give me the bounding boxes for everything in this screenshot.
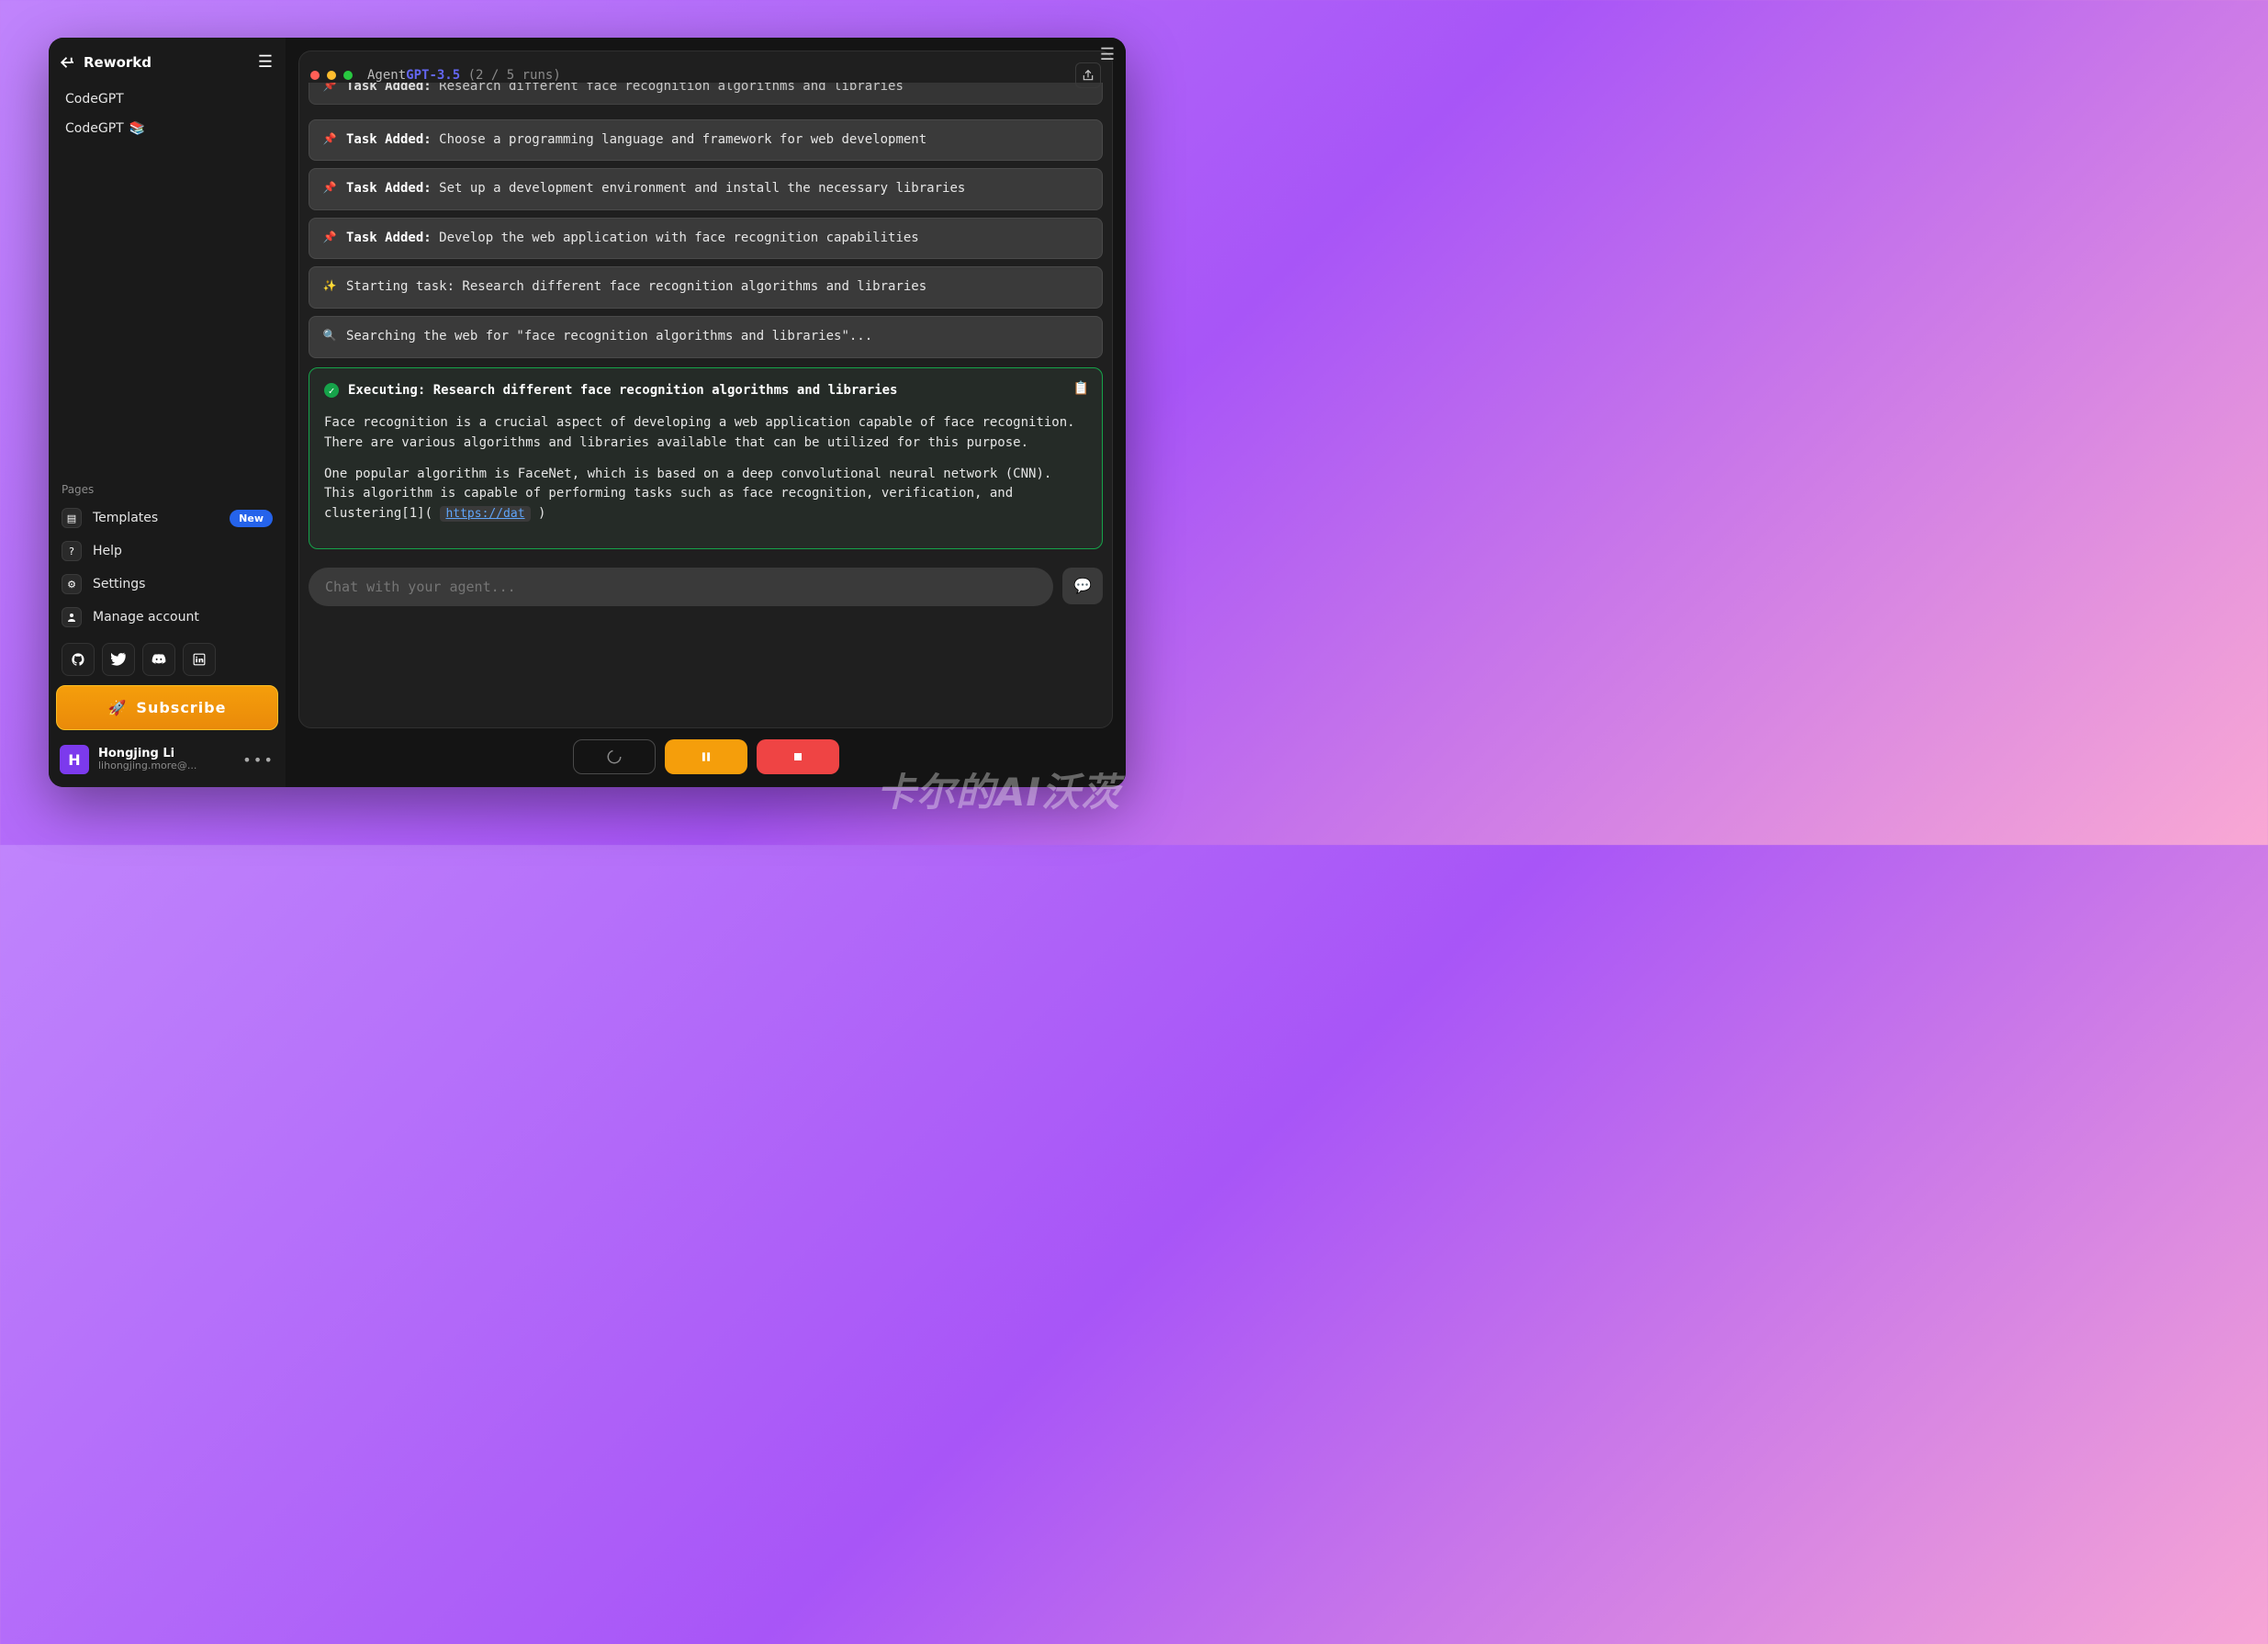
task-row: 📌Task Added: Research different face rec… bbox=[309, 83, 1103, 105]
copy-icon[interactable]: 📋 bbox=[1073, 379, 1089, 400]
console: AgentGPT-3.5 (2 / 5 runs) 📌Task Added: R… bbox=[298, 51, 1113, 728]
task-list: 📌Task Added: Research different face rec… bbox=[309, 83, 1103, 358]
window-min-dot[interactable] bbox=[327, 71, 336, 80]
exec-paragraph: One popular algorithm is FaceNet, which … bbox=[324, 465, 1087, 524]
task-row: 🔍Searching the web for "face recognition… bbox=[309, 316, 1103, 358]
pages-heading: Pages bbox=[56, 479, 278, 501]
console-title: AgentGPT-3.5 (2 / 5 runs) bbox=[367, 68, 561, 83]
page-templates[interactable]: ▤ Templates New bbox=[56, 501, 278, 535]
executing-body: Face recognition is a crucial aspect of … bbox=[324, 413, 1087, 524]
pin-icon: 📌 bbox=[322, 230, 337, 245]
page-label: Manage account bbox=[93, 610, 199, 625]
main: ☰ AgentGPT-3.5 (2 / 5 runs) 📌Task Added:… bbox=[286, 38, 1126, 787]
user-menu-icon[interactable]: ••• bbox=[242, 751, 275, 769]
stop-button[interactable] bbox=[757, 739, 839, 774]
executing-block: ✓ Executing: Research different face rec… bbox=[309, 367, 1103, 549]
github-icon[interactable] bbox=[62, 643, 95, 676]
task-row: 📌Task Added: Set up a development enviro… bbox=[309, 168, 1103, 210]
sidebar: Reworkd ☰ CodeGPT CodeGPT 📚 Pages ▤ Temp… bbox=[49, 38, 286, 787]
controls bbox=[298, 739, 1113, 774]
task-row: 📌Task Added: Develop the web application… bbox=[309, 218, 1103, 260]
page-settings[interactable]: ⚙ Settings bbox=[56, 568, 278, 601]
templates-icon: ▤ bbox=[62, 508, 82, 528]
sidebar-item-codegpt-1[interactable]: CodeGPT bbox=[60, 84, 275, 114]
check-icon: ✓ bbox=[324, 383, 339, 398]
brand-name: Reworkd bbox=[84, 54, 152, 71]
sidebar-item-label: CodeGPT bbox=[65, 92, 124, 107]
sidebar-chats: CodeGPT CodeGPT 📚 bbox=[56, 81, 278, 147]
pin-icon: 📌 bbox=[322, 180, 337, 196]
user-row[interactable]: H Hongjing Li lihongjing.more@... ••• bbox=[56, 738, 278, 778]
sidebar-item-label: CodeGPT bbox=[65, 121, 124, 136]
new-badge: New bbox=[230, 510, 273, 527]
subscribe-button[interactable]: 🚀 Subscribe bbox=[56, 685, 278, 730]
user-info: Hongjing Li lihongjing.more@... bbox=[98, 748, 196, 771]
user-email: lihongjing.more@... bbox=[98, 760, 196, 771]
help-icon: ? bbox=[62, 541, 82, 561]
status-icon: ✨ bbox=[322, 278, 337, 294]
avatar: H bbox=[60, 745, 89, 774]
chat-bar: 💬 bbox=[309, 568, 1103, 606]
pause-button[interactable] bbox=[665, 739, 747, 774]
linkedin-icon[interactable] bbox=[183, 643, 216, 676]
page-label: Templates bbox=[93, 511, 158, 525]
status-icon: 🔍 bbox=[322, 328, 337, 343]
window-close-dot[interactable] bbox=[310, 71, 320, 80]
main-menu-icon[interactable]: ☰ bbox=[1100, 45, 1115, 64]
social-row bbox=[56, 634, 278, 683]
app-window: Reworkd ☰ CodeGPT CodeGPT 📚 Pages ▤ Temp… bbox=[49, 38, 1126, 787]
user-icon bbox=[62, 607, 82, 627]
sidebar-item-emoji: 📚 bbox=[129, 121, 145, 136]
discord-icon[interactable] bbox=[142, 643, 175, 676]
sidebar-menu-icon[interactable]: ☰ bbox=[258, 52, 273, 72]
citation-link[interactable]: https://dat bbox=[440, 506, 530, 522]
page-help[interactable]: ? Help bbox=[56, 535, 278, 568]
executing-title: Executing: Research different face recog… bbox=[348, 381, 897, 401]
task-row: ✨Starting task: Research different face … bbox=[309, 266, 1103, 309]
page-manage-account[interactable]: Manage account bbox=[56, 601, 278, 634]
rocket-icon: 🚀 bbox=[108, 699, 128, 716]
pin-icon: 📌 bbox=[322, 83, 337, 94]
brand-logo-icon bbox=[60, 54, 76, 71]
gear-icon: ⚙ bbox=[62, 574, 82, 594]
chat-input[interactable] bbox=[309, 568, 1053, 606]
loading-button[interactable] bbox=[573, 739, 656, 774]
exec-paragraph: Face recognition is a crucial aspect of … bbox=[324, 413, 1087, 453]
pin-icon: 📌 bbox=[322, 131, 337, 147]
twitter-icon[interactable] bbox=[102, 643, 135, 676]
window-max-dot[interactable] bbox=[343, 71, 353, 80]
brand[interactable]: Reworkd bbox=[60, 54, 152, 71]
user-name: Hongjing Li bbox=[98, 748, 196, 760]
chat-send-button[interactable]: 💬 bbox=[1062, 568, 1103, 604]
subscribe-label: Subscribe bbox=[136, 699, 226, 716]
task-row: 📌Task Added: Choose a programming langua… bbox=[309, 119, 1103, 162]
sidebar-item-codegpt-2[interactable]: CodeGPT 📚 bbox=[60, 114, 275, 143]
page-label: Settings bbox=[93, 577, 145, 591]
sidebar-header: Reworkd ☰ bbox=[56, 49, 278, 81]
page-label: Help bbox=[93, 544, 122, 558]
